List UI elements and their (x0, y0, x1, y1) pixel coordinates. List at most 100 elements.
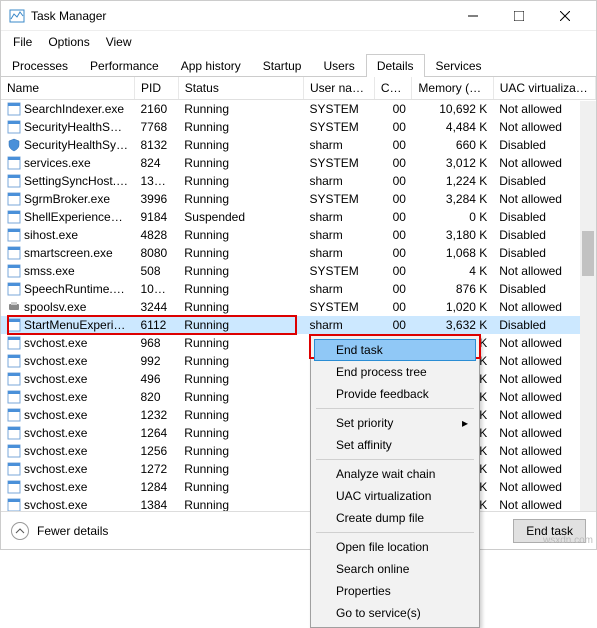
vertical-scrollbar[interactable] (580, 101, 596, 511)
tab-users[interactable]: Users (312, 54, 365, 77)
footer: Fewer details End task (1, 511, 596, 549)
cell-status: Running (178, 100, 303, 118)
table-row[interactable]: SearchIndexer.exe2160RunningSYSTEM0010,6… (1, 100, 596, 118)
close-button[interactable] (542, 1, 588, 31)
fewer-details-link[interactable]: Fewer details (37, 524, 108, 538)
tab-details[interactable]: Details (366, 54, 425, 77)
tab-app-history[interactable]: App history (170, 54, 252, 77)
table-row[interactable]: svchost.exe1264RunningSYSTEM00364 KNot a… (1, 424, 596, 442)
process-icon (7, 426, 21, 440)
cell-mem: 1,068 K (412, 244, 493, 262)
menu-set-affinity[interactable]: Set affinity (314, 434, 476, 456)
cell-name: svchost.exe (1, 442, 135, 460)
menu-go-to-services[interactable]: Go to service(s) (314, 602, 476, 624)
table-row[interactable]: SecurityHealthServic...7768RunningSYSTEM… (1, 118, 596, 136)
maximize-button[interactable] (496, 1, 542, 31)
table-row[interactable]: smartscreen.exe8080Runningsharm001,068 K… (1, 244, 596, 262)
table-row[interactable]: svchost.exe1232RunningSYSTEM00440 KNot a… (1, 406, 596, 424)
cell-pid: 8080 (135, 244, 179, 262)
table-row[interactable]: svchost.exe820RunningSYSTEM001,096 KNot … (1, 388, 596, 406)
col-mem[interactable]: Memory (ac... (412, 77, 493, 100)
process-icon (7, 264, 21, 278)
cell-pid: 13292 (135, 172, 179, 190)
separator (316, 459, 474, 460)
cell-status: Running (178, 406, 303, 424)
menu-file[interactable]: File (5, 33, 40, 51)
cell-user: sharm (303, 226, 374, 244)
minimize-button[interactable] (450, 1, 496, 31)
cell-mem: 4 K (412, 262, 493, 280)
tab-processes[interactable]: Processes (1, 54, 79, 77)
table-row[interactable]: sihost.exe4828Runningsharm003,180 KDisab… (1, 226, 596, 244)
col-user[interactable]: User name (303, 77, 374, 100)
menu-properties[interactable]: Properties (314, 580, 476, 602)
cell-user: sharm (303, 244, 374, 262)
col-cpu[interactable]: CPU (374, 77, 412, 100)
table-header-row[interactable]: Name PID Status User name CPU Memory (ac… (1, 77, 596, 100)
cell-user: SYSTEM (303, 154, 374, 172)
table-row[interactable]: svchost.exe992RunningSYSTEM0023,008 KNot… (1, 352, 596, 370)
table-row[interactable]: svchost.exe968RunningSYSTEM00188 KNot al… (1, 334, 596, 352)
menu-end-task[interactable]: End task (314, 339, 476, 361)
cell-pid: 496 (135, 370, 179, 388)
menu-view[interactable]: View (98, 33, 140, 51)
details-tab-content: Name PID Status User name CPU Memory (ac… (1, 77, 596, 549)
table-row[interactable]: svchost.exe1384Running340 KNot allowed (1, 496, 596, 512)
menu-provide-feedback[interactable]: Provide feedback (314, 383, 476, 405)
table-row[interactable]: SgrmBroker.exe3996RunningSYSTEM003,284 K… (1, 190, 596, 208)
menu-analyze-wait-chain[interactable]: Analyze wait chain (314, 463, 476, 485)
tab-startup[interactable]: Startup (252, 54, 313, 77)
menu-uac-virtualization[interactable]: UAC virtualization (314, 485, 476, 507)
tab-performance[interactable]: Performance (79, 54, 170, 77)
scrollbar-thumb[interactable] (582, 231, 594, 276)
cell-status: Running (178, 316, 303, 334)
col-uac[interactable]: UAC virtualizati... (493, 77, 595, 100)
context-menu: End task End process tree Provide feedba… (310, 335, 480, 628)
table-row[interactable]: ShellExperienceHost...9184Suspendedsharm… (1, 208, 596, 226)
cell-name: svchost.exe (1, 478, 135, 496)
table-row[interactable]: StartMenuExperience...6112Runningsharm00… (1, 316, 596, 334)
tab-services[interactable]: Services (425, 54, 493, 77)
cell-status: Running (178, 280, 303, 298)
col-name[interactable]: Name (1, 77, 135, 100)
col-pid[interactable]: PID (135, 77, 179, 100)
cell-cpu: 00 (374, 226, 412, 244)
chevron-up-icon[interactable] (11, 522, 29, 540)
process-icon (7, 462, 21, 476)
table-row[interactable]: SpeechRuntime.exe10104Runningsharm00876 … (1, 280, 596, 298)
cell-user: sharm (303, 172, 374, 190)
menu-options[interactable]: Options (40, 33, 97, 51)
cell-cpu: 00 (374, 172, 412, 190)
table-row[interactable]: svchost.exe1272RunningSYSTEM001,456 KNot… (1, 460, 596, 478)
table-row[interactable]: SettingSyncHost.exe13292Runningsharm001,… (1, 172, 596, 190)
table-row[interactable]: svchost.exe1256RunningSYSTEM00660 KNot a… (1, 442, 596, 460)
table-row[interactable]: services.exe824RunningSYSTEM003,012 KNot… (1, 154, 596, 172)
cell-user: SYSTEM (303, 298, 374, 316)
menu-open-file-location[interactable]: Open file location (314, 536, 476, 558)
cell-status: Running (178, 154, 303, 172)
process-table-wrap[interactable]: Name PID Status User name CPU Memory (ac… (1, 77, 596, 511)
table-row[interactable]: svchost.exe1284RunningSYSTEM00552 KNot a… (1, 478, 596, 496)
menu-search-online[interactable]: Search online (314, 558, 476, 580)
cell-name: spoolsv.exe (1, 298, 135, 316)
menu-set-priority[interactable]: Set priority▸ (314, 412, 476, 434)
cell-mem: 1,020 K (412, 298, 493, 316)
menu-end-process-tree[interactable]: End process tree (314, 361, 476, 383)
table-row[interactable]: SecurityHealthSystray...8132Runningsharm… (1, 136, 596, 154)
col-status[interactable]: Status (178, 77, 303, 100)
cell-status: Running (178, 352, 303, 370)
cell-pid: 9184 (135, 208, 179, 226)
window-title: Task Manager (31, 9, 106, 23)
cell-status: Running (178, 442, 303, 460)
menu-create-dump-file[interactable]: Create dump file (314, 507, 476, 529)
process-icon (7, 336, 21, 350)
table-row[interactable]: svchost.exe496RunningSYSTEM0011,456 KNot… (1, 370, 596, 388)
table-row[interactable]: spoolsv.exe3244RunningSYSTEM001,020 KNot… (1, 298, 596, 316)
cell-user: SYSTEM (303, 262, 374, 280)
cell-status: Running (178, 478, 303, 496)
table-row[interactable]: smss.exe508RunningSYSTEM004 KNot allowed (1, 262, 596, 280)
process-icon (7, 102, 21, 116)
cell-pid: 968 (135, 334, 179, 352)
cell-status: Running (178, 262, 303, 280)
cell-pid: 2160 (135, 100, 179, 118)
